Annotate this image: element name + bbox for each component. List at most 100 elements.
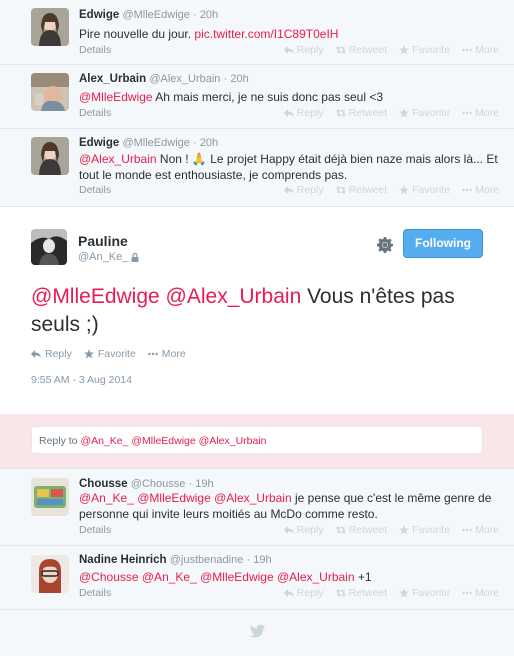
more-button[interactable]: More bbox=[148, 348, 186, 360]
avatar[interactable] bbox=[31, 137, 69, 175]
tweet-text: @An_Ke_ @MlleEdwige @Alex_Urbain je pens… bbox=[79, 490, 499, 522]
more-icon bbox=[148, 352, 158, 356]
author-name[interactable]: Chousse bbox=[79, 478, 128, 490]
reply-icon bbox=[283, 186, 294, 194]
reply-input[interactable]: Reply to @An_Ke_ @MlleEdwige @Alex_Urbai… bbox=[31, 426, 483, 454]
author-handle[interactable]: @justbenadine bbox=[170, 554, 244, 566]
favorite-label: Favorite bbox=[97, 348, 136, 360]
mention-link[interactable]: @Chousse @An_Ke_ @MlleEdwige @Alex_Urbai… bbox=[79, 570, 355, 584]
tweet-time[interactable]: · 19h bbox=[247, 554, 272, 566]
tweet-time[interactable]: · 20h bbox=[193, 9, 218, 21]
tweet-text: @MlleEdwige @Alex_Urbain Vous n'êtes pas… bbox=[31, 283, 481, 339]
favorite-button[interactable]: Favorite bbox=[399, 107, 450, 119]
details-link[interactable]: Details bbox=[79, 107, 111, 119]
reply-area: Reply to @An_Ke_ @MlleEdwige @Alex_Urbai… bbox=[0, 414, 514, 469]
reply-label: Reply bbox=[296, 184, 324, 196]
tweet-item[interactable]: Edwige @MlleEdwige · 20h Pire nouvelle d… bbox=[0, 0, 514, 65]
retweet-label: Retweet bbox=[348, 184, 388, 196]
author-handle[interactable]: @MlleEdwige bbox=[122, 137, 189, 149]
lock-icon bbox=[131, 252, 139, 262]
author-name[interactable]: Alex_Urbain bbox=[79, 73, 146, 85]
avatar[interactable] bbox=[31, 8, 69, 46]
tweet-time[interactable]: · 20h bbox=[193, 137, 218, 149]
more-label: More bbox=[475, 524, 499, 536]
tweet-item[interactable]: Edwige @MlleEdwige · 20h @Alex_Urbain No… bbox=[0, 129, 514, 207]
mention-link[interactable]: @MlleEdwige @Alex_Urbain bbox=[31, 285, 301, 308]
more-button[interactable]: More bbox=[462, 44, 499, 56]
details-link[interactable]: Details bbox=[79, 44, 111, 56]
more-icon bbox=[462, 188, 472, 192]
retweet-button[interactable]: Retweet bbox=[335, 524, 388, 536]
reply-button[interactable]: Reply bbox=[283, 184, 324, 196]
more-button[interactable]: More bbox=[462, 587, 499, 599]
details-link[interactable]: Details bbox=[79, 524, 111, 536]
reply-button[interactable]: Reply bbox=[283, 587, 324, 599]
favorite-label: Favorite bbox=[412, 524, 451, 536]
author-handle-row: @An_Ke_ bbox=[78, 251, 139, 263]
twitter-bird-icon bbox=[249, 624, 265, 638]
star-icon bbox=[399, 588, 410, 598]
reply-button[interactable]: Reply bbox=[283, 524, 324, 536]
author-handle[interactable]: @MlleEdwige bbox=[122, 9, 189, 21]
more-button[interactable]: More bbox=[462, 184, 499, 196]
retweet-label: Retweet bbox=[348, 587, 388, 599]
reply-label: Reply bbox=[296, 44, 324, 56]
more-label: More bbox=[475, 184, 499, 196]
tweet-text: Pire nouvelle du jour. pic.twitter.com/I… bbox=[79, 26, 499, 42]
more-button[interactable]: More bbox=[462, 107, 499, 119]
author-name[interactable]: Edwige bbox=[79, 9, 119, 21]
retweet-button[interactable]: Retweet bbox=[335, 107, 387, 119]
avatar[interactable] bbox=[31, 478, 69, 516]
more-icon bbox=[462, 48, 472, 52]
retweet-button[interactable]: Retweet bbox=[335, 587, 388, 599]
author-name[interactable]: Edwige bbox=[79, 137, 119, 149]
tweet-item[interactable]: Nadine Heinrich @justbenadine · 19h @Cho… bbox=[0, 546, 514, 610]
mention-link[interactable]: @MlleEdwige bbox=[79, 90, 153, 104]
author-handle[interactable]: @Alex_Urbain bbox=[149, 73, 220, 85]
gear-icon[interactable] bbox=[377, 237, 393, 253]
tweet-item[interactable]: Alex_Urbain @Alex_Urbain · 20h @MlleEdwi… bbox=[0, 65, 514, 129]
avatar[interactable] bbox=[31, 555, 69, 593]
mention-link[interactable]: @An_Ke_ @MlleEdwige @Alex_Urbain bbox=[79, 491, 292, 505]
retweet-label: Retweet bbox=[348, 524, 388, 536]
reply-icon bbox=[283, 46, 294, 54]
star-icon bbox=[399, 45, 410, 55]
favorite-label: Favorite bbox=[412, 107, 451, 119]
more-button[interactable]: More bbox=[462, 524, 499, 536]
author-name[interactable]: Nadine Heinrich bbox=[79, 554, 167, 566]
reply-mentions: @An_Ke_ @MlleEdwige @Alex_Urbain bbox=[80, 435, 267, 447]
following-button[interactable]: Following bbox=[403, 229, 483, 258]
avatar[interactable] bbox=[31, 73, 69, 111]
author-name[interactable]: Pauline bbox=[78, 233, 128, 249]
favorite-label: Favorite bbox=[412, 587, 451, 599]
reply-button[interactable]: Reply bbox=[283, 107, 324, 119]
tweet-timestamp[interactable]: 9:55 AM - 3 Aug 2014 bbox=[31, 374, 132, 386]
favorite-label: Favorite bbox=[412, 44, 451, 56]
pic-link[interactable]: pic.twitter.com/I1C89T0eIH bbox=[194, 27, 338, 41]
retweet-button[interactable]: Retweet bbox=[335, 44, 388, 56]
favorite-button[interactable]: Favorite bbox=[399, 184, 450, 196]
mention-link[interactable]: @Alex_Urbain bbox=[79, 152, 157, 166]
reply-label: Reply bbox=[296, 107, 324, 119]
more-icon bbox=[462, 591, 472, 595]
author-handle[interactable]: @Chousse bbox=[131, 478, 186, 490]
retweet-label: Retweet bbox=[348, 44, 388, 56]
reply-button[interactable]: Reply bbox=[283, 44, 324, 56]
tweet-time[interactable]: · 20h bbox=[224, 73, 249, 85]
favorite-button[interactable]: Favorite bbox=[399, 44, 450, 56]
favorite-button[interactable]: Favorite bbox=[83, 348, 136, 360]
more-label: More bbox=[475, 107, 499, 119]
tweet-time[interactable]: · 19h bbox=[189, 478, 214, 490]
avatar[interactable] bbox=[31, 229, 67, 265]
details-link[interactable]: Details bbox=[79, 184, 111, 196]
retweet-button[interactable]: Retweet bbox=[335, 184, 388, 196]
more-label: More bbox=[475, 587, 499, 599]
favorite-button[interactable]: Favorite bbox=[399, 524, 450, 536]
star-icon bbox=[83, 349, 94, 359]
author-handle[interactable]: @An_Ke_ bbox=[78, 251, 128, 263]
details-link[interactable]: Details bbox=[79, 587, 111, 599]
tweet-item[interactable]: Chousse @Chousse · 19h @An_Ke_ @MlleEdwi… bbox=[0, 469, 514, 546]
reply-button[interactable]: Reply bbox=[31, 348, 72, 360]
favorite-button[interactable]: Favorite bbox=[399, 587, 450, 599]
tweet-body: Ah mais merci, je ne suis donc pas seul … bbox=[152, 90, 383, 104]
